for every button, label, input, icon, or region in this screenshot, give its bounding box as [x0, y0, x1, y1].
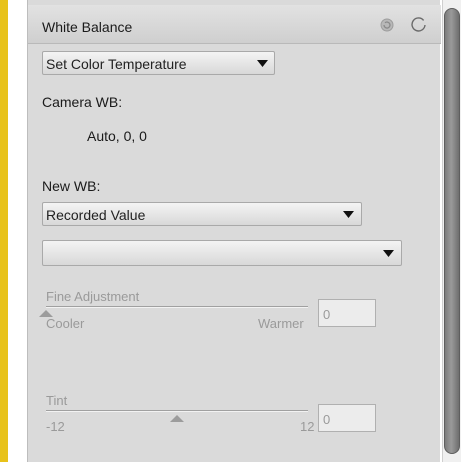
- fine-adjustment-min-label: Cooler: [46, 316, 85, 331]
- preset-select[interactable]: Recorded Value: [42, 202, 362, 226]
- panel-header: White Balance: [28, 5, 441, 44]
- mode-select[interactable]: Set Color Temperature: [42, 51, 275, 75]
- fine-adjustment-max-label: Warmer: [258, 316, 304, 331]
- new-wb-label: New WB:: [42, 178, 101, 194]
- fine-adjustment-label: Fine Adjustment: [46, 289, 140, 304]
- camera-wb-label: Camera WB:: [42, 94, 123, 110]
- tint-min-label: -12: [46, 419, 65, 434]
- accent-bar: [0, 0, 8, 462]
- chevron-down-icon: [383, 250, 394, 257]
- tint-input[interactable]: [318, 404, 376, 432]
- scrollbar-thumb[interactable]: [444, 8, 460, 454]
- tint-label: Tint: [46, 393, 68, 408]
- tint-max-label: 12: [300, 419, 315, 434]
- white-balance-panel: White Balance Set Color Temperature Came…: [27, 0, 441, 462]
- camera-wb-value: Auto, 0, 0: [87, 128, 147, 144]
- tint-track[interactable]: [46, 410, 308, 412]
- preset-select-value: Recorded Value: [46, 207, 146, 223]
- reset-icon[interactable]: [379, 17, 395, 33]
- vertical-scrollbar[interactable]: [442, 0, 461, 462]
- secondary-select[interactable]: [42, 240, 402, 266]
- chevron-down-icon: [257, 60, 268, 67]
- tint-thumb[interactable]: [170, 415, 184, 422]
- fine-adjustment-input[interactable]: [318, 299, 376, 327]
- toggle-icon[interactable]: [411, 17, 427, 33]
- chevron-down-icon: [343, 211, 354, 218]
- mode-select-value: Set Color Temperature: [46, 56, 187, 72]
- fine-adjustment-track[interactable]: [46, 306, 308, 308]
- panel-title: White Balance: [42, 19, 133, 35]
- page: White Balance Set Color Temperature Came…: [0, 0, 467, 462]
